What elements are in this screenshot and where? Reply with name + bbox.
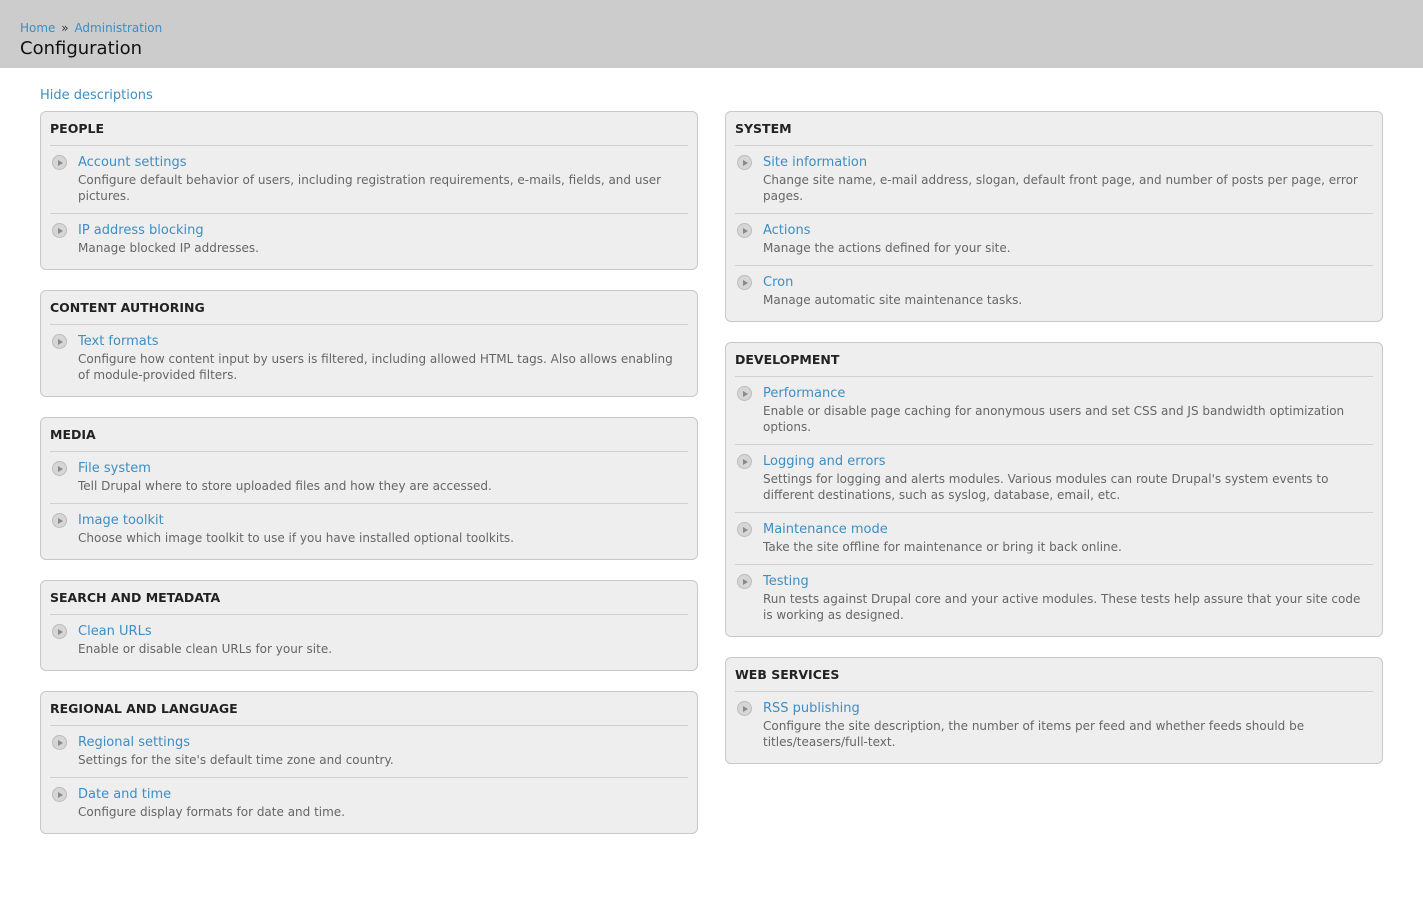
- arrow-right-circle-icon: [737, 386, 752, 401]
- config-description: Take the site offline for maintenance or…: [763, 540, 1122, 554]
- config-item-account-settings: Account settings Configure default behavi…: [50, 146, 688, 214]
- panel-title: SYSTEM: [735, 121, 1373, 146]
- config-link-regional-settings[interactable]: Regional settings: [78, 735, 688, 751]
- panel-title: REGIONAL AND LANGUAGE: [50, 701, 688, 726]
- config-link-actions[interactable]: Actions: [763, 223, 1373, 239]
- arrow-right-circle-icon: [737, 275, 752, 290]
- config-link-account-settings[interactable]: Account settings: [78, 155, 688, 171]
- panel-title: SEARCH AND METADATA: [50, 590, 688, 615]
- config-description: Configure display formats for date and t…: [78, 805, 346, 819]
- config-description: Enable or disable page caching for anony…: [763, 404, 1345, 434]
- panel-title: MEDIA: [50, 427, 688, 452]
- config-item-actions: Actions Manage the actions defined for yo…: [735, 214, 1373, 266]
- config-description: Enable or disable clean URLs for your si…: [78, 642, 333, 656]
- arrow-right-circle-icon: [52, 334, 67, 349]
- panel-search-and-metadata: SEARCH AND METADATA Clean URLs Enable or d…: [40, 580, 698, 671]
- config-description: Manage automatic site maintenance tasks.: [763, 293, 1023, 307]
- config-description: Manage blocked IP addresses.: [78, 241, 259, 255]
- arrow-right-circle-icon: [737, 574, 752, 589]
- config-link-text-formats[interactable]: Text formats: [78, 334, 688, 350]
- config-item-logging-and-errors: Logging and errors Settings for logging a…: [735, 445, 1373, 513]
- hide-descriptions-link[interactable]: Hide descriptions: [40, 88, 153, 103]
- panel-title: CONTENT AUTHORING: [50, 300, 688, 325]
- config-item-date-and-time: Date and time Configure display formats f…: [50, 778, 688, 829]
- config-link-testing[interactable]: Testing: [763, 574, 1373, 590]
- breadcrumb-administration-link[interactable]: Administration: [74, 21, 162, 35]
- arrow-right-circle-icon: [52, 513, 67, 528]
- arrow-right-circle-icon: [52, 735, 67, 750]
- panel-regional-and-language: REGIONAL AND LANGUAGE Regional settings Se…: [40, 691, 698, 834]
- breadcrumb: Home » Administration: [20, 21, 162, 35]
- config-link-image-toolkit[interactable]: Image toolkit: [78, 513, 688, 529]
- config-description: Configure default behavior of users, inc…: [78, 173, 662, 203]
- config-item-performance: Performance Enable or disable page cachin…: [735, 377, 1373, 445]
- config-link-date-and-time[interactable]: Date and time: [78, 787, 688, 803]
- config-link-file-system[interactable]: File system: [78, 461, 688, 477]
- config-link-site-information[interactable]: Site information: [763, 155, 1373, 171]
- config-item-file-system: File system Tell Drupal where to store up…: [50, 452, 688, 504]
- panel-development: DEVELOPMENT Performance Enable or disable …: [725, 342, 1383, 637]
- panel-content-authoring: CONTENT AUTHORING Text formats Configure h…: [40, 290, 698, 397]
- config-link-logging-and-errors[interactable]: Logging and errors: [763, 454, 1373, 470]
- breadcrumb-home-link[interactable]: Home: [20, 21, 55, 35]
- config-link-rss-publishing[interactable]: RSS publishing: [763, 701, 1373, 717]
- config-item-ip-address-blocking: IP address blocking Manage blocked IP add…: [50, 214, 688, 265]
- arrow-right-circle-icon: [52, 624, 67, 639]
- config-link-cron[interactable]: Cron: [763, 275, 1373, 291]
- panel-title: WEB SERVICES: [735, 667, 1373, 692]
- config-item-image-toolkit: Image toolkit Choose which image toolkit …: [50, 504, 688, 555]
- panel-web-services: WEB SERVICES RSS publishing Configure the …: [725, 657, 1383, 764]
- config-description: Run tests against Drupal core and your a…: [763, 592, 1361, 622]
- page-header: Home » Administration Configuration: [0, 0, 1423, 68]
- config-item-text-formats: Text formats Configure how content input …: [50, 325, 688, 392]
- config-link-performance[interactable]: Performance: [763, 386, 1373, 402]
- arrow-right-circle-icon: [737, 223, 752, 238]
- panel-media: MEDIA File system Tell Drupal where to sto…: [40, 417, 698, 560]
- config-item-cron: Cron Manage automatic site maintenance ta…: [735, 266, 1373, 317]
- arrow-right-circle-icon: [737, 155, 752, 170]
- config-description: Change site name, e-mail address, slogan…: [763, 173, 1358, 203]
- arrow-right-circle-icon: [52, 223, 67, 238]
- config-item-testing: Testing Run tests against Drupal core and…: [735, 565, 1373, 632]
- config-item-regional-settings: Regional settings Settings for the site's…: [50, 726, 688, 778]
- config-description: Settings for the site's default time zon…: [78, 753, 394, 767]
- config-description: Configure the site description, the numb…: [763, 719, 1305, 749]
- config-item-site-information: Site information Change site name, e-mail…: [735, 146, 1373, 214]
- arrow-right-circle-icon: [52, 461, 67, 476]
- panel-system: SYSTEM Site information Change site name, …: [725, 111, 1383, 322]
- arrow-right-circle-icon: [737, 701, 752, 716]
- left-column: PEOPLE Account settings Configure default …: [40, 111, 698, 854]
- config-description: Choose which image toolkit to use if you…: [78, 531, 514, 545]
- config-item-rss-publishing: RSS publishing Configure the site descrip…: [735, 692, 1373, 759]
- config-description: Manage the actions defined for your site…: [763, 241, 1011, 255]
- breadcrumb-separator: »: [61, 21, 69, 35]
- page-title: Configuration: [20, 38, 143, 59]
- config-link-clean-urls[interactable]: Clean URLs: [78, 624, 688, 640]
- arrow-right-circle-icon: [52, 155, 67, 170]
- panel-title: DEVELOPMENT: [735, 352, 1373, 377]
- config-description: Tell Drupal where to store uploaded file…: [78, 479, 492, 493]
- arrow-right-circle-icon: [737, 454, 752, 469]
- config-item-maintenance-mode: Maintenance mode Take the site offline fo…: [735, 513, 1373, 565]
- right-column: SYSTEM Site information Change site name, …: [725, 111, 1383, 784]
- config-description: Settings for logging and alerts modules.…: [763, 472, 1329, 502]
- arrow-right-circle-icon: [52, 787, 67, 802]
- panel-people: PEOPLE Account settings Configure default …: [40, 111, 698, 270]
- arrow-right-circle-icon: [737, 522, 752, 537]
- config-item-clean-urls: Clean URLs Enable or disable clean URLs f…: [50, 615, 688, 666]
- config-link-ip-address-blocking[interactable]: IP address blocking: [78, 223, 688, 239]
- panel-title: PEOPLE: [50, 121, 688, 146]
- config-link-maintenance-mode[interactable]: Maintenance mode: [763, 522, 1373, 538]
- config-description: Configure how content input by users is …: [78, 352, 673, 382]
